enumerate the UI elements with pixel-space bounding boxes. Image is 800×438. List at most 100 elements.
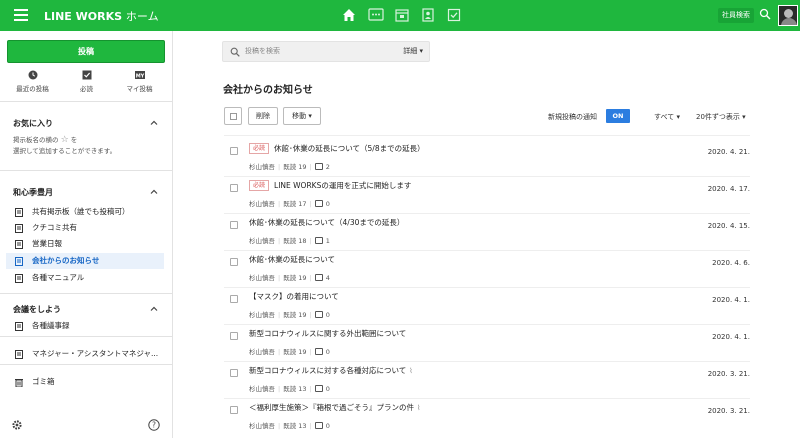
- post-row[interactable]: 休館･休業の延長について（4/30までの延長） 杉山慎吾 | 既読 18 | 1 2020.…: [224, 216, 750, 252]
- post-title[interactable]: 【マスク】の着用について: [249, 291, 339, 302]
- post-date: 2020. 4. 1.: [712, 296, 750, 304]
- quick-my-posts[interactable]: MY マイ投稿: [112, 70, 167, 93]
- post-row[interactable]: 新型コロナウィルスに関する外出範囲について 杉山慎吾 | 既読 19 | 0 2020. 4…: [224, 327, 750, 363]
- post-author: 杉山慎吾: [249, 422, 275, 430]
- board-reviews[interactable]: クチコミ共有: [6, 220, 164, 236]
- post-checkbox[interactable]: [230, 147, 238, 155]
- post-title[interactable]: 休館･休業の延長について: [249, 254, 335, 265]
- board-daily-report[interactable]: 営業日報: [6, 236, 164, 252]
- post-title[interactable]: 必読 休館･休業の延長について（5/8までの延長）: [249, 143, 425, 154]
- comment-icon: [314, 163, 323, 170]
- post-checkbox[interactable]: [230, 406, 238, 414]
- post-title[interactable]: 新型コロナウィルスに関する外出範囲について: [249, 328, 406, 339]
- post-meta: 杉山慎吾 | 既読 17 | 0: [249, 200, 330, 208]
- task-icon[interactable]: [446, 7, 462, 23]
- post-views: 既読 13: [283, 422, 307, 430]
- post-row[interactable]: 【マスク】の着用について 杉山慎吾 | 既読 19 | 0 2020. 4. 1.: [224, 290, 750, 326]
- group-title: 和心季豊月: [13, 188, 53, 197]
- divider: [224, 176, 750, 177]
- post-row[interactable]: 新型コロナウィルスに対する各種対応について ⌇ 杉山慎吾 | 既読 13 | 0 2020. …: [224, 364, 750, 400]
- clock-icon: [28, 70, 37, 80]
- post-checkbox[interactable]: [230, 184, 238, 192]
- post-comments: 0: [325, 385, 330, 393]
- gear-icon[interactable]: [11, 419, 23, 431]
- board-company-news[interactable]: 会社からのお知らせ: [6, 253, 164, 269]
- quick-label: 最近の投稿: [16, 85, 49, 93]
- board-manuals[interactable]: 各種マニュアル: [6, 270, 164, 286]
- board-label: 会社からのお知らせ: [32, 256, 100, 265]
- attachment-icon: ⌇: [417, 404, 421, 412]
- post-checkbox[interactable]: [230, 258, 238, 266]
- post-row[interactable]: 休館･休業の延長について 杉山慎吾 | 既読 19 | 4 2020. 4. 6.: [224, 253, 750, 289]
- post-checkbox[interactable]: [230, 295, 238, 303]
- home-icon[interactable]: [341, 7, 357, 23]
- talk-icon[interactable]: [368, 7, 384, 23]
- board-minutes[interactable]: 各種議事録: [6, 318, 164, 334]
- per-page-dropdown[interactable]: 20件ずつ表示 ▾: [696, 112, 746, 122]
- search-icon[interactable]: [759, 8, 771, 20]
- post-title-text: LINE WORKSの運用を正式に開始します: [274, 181, 412, 190]
- board-label: 各種マニュアル: [32, 273, 85, 282]
- chevron-up-icon[interactable]: [150, 188, 158, 196]
- contacts-icon[interactable]: [420, 7, 436, 23]
- chevron-up-icon[interactable]: [150, 305, 158, 313]
- search-icon: [230, 47, 240, 57]
- comment-icon: [314, 385, 323, 392]
- divider: [224, 361, 750, 362]
- divider: [0, 364, 172, 365]
- my-icon: MY: [134, 71, 145, 79]
- help-icon[interactable]: ?: [148, 419, 160, 431]
- board-icon: [15, 350, 23, 359]
- post-row[interactable]: 必読 休館･休業の延長について（5/8までの延長） 杉山慎吾 | 既読 19 | 2 2020…: [224, 142, 750, 178]
- post-checkbox[interactable]: [230, 332, 238, 340]
- menu-icon[interactable]: [14, 9, 28, 21]
- calendar-icon[interactable]: [394, 7, 410, 23]
- post-title[interactable]: 必読 LINE WORKSの運用を正式に開始します: [249, 180, 411, 191]
- post-title[interactable]: 新型コロナウィルスに対する各種対応について ⌇: [249, 365, 413, 376]
- post-views: 既読 19: [283, 348, 307, 356]
- comment-icon: [314, 311, 323, 318]
- divider: [224, 287, 750, 288]
- post-search[interactable]: 投稿を検索 詳細 ▾: [222, 41, 430, 62]
- post-date: 2020. 3. 21.: [707, 370, 750, 378]
- post-checkbox[interactable]: [230, 369, 238, 377]
- quick-must-read[interactable]: 必読: [59, 70, 114, 93]
- post-author: 杉山慎吾: [249, 348, 275, 356]
- post-title-text: ＜福利厚生施策＞『箱根で過ごそう』プランの件: [249, 403, 414, 412]
- advanced-search-button[interactable]: 詳細 ▾: [403, 42, 423, 61]
- post-meta: 杉山慎吾 | 既読 13 | 0: [249, 422, 330, 430]
- notify-toggle[interactable]: ON: [606, 109, 630, 123]
- employee-search-button[interactable]: 社員検索: [718, 8, 754, 23]
- main-content: 投稿を検索 詳細 ▾ 会社からのお知らせ 削除 移動 ▾ 新規投稿の通知 ON …: [174, 31, 800, 438]
- divider: [224, 250, 750, 251]
- caret-down-icon: ▾: [742, 113, 746, 121]
- quick-recent-posts[interactable]: 最近の投稿: [5, 70, 60, 93]
- page-title: 会社からのお知らせ: [223, 85, 313, 96]
- post-row[interactable]: ＜福利厚生施策＞『箱根で過ごそう』プランの件 ⌇ 杉山慎吾 | 既読 13 | 0 2020.…: [224, 401, 750, 437]
- post-title[interactable]: ＜福利厚生施策＞『箱根で過ごそう』プランの件 ⌇: [249, 402, 420, 413]
- comment-icon: [314, 422, 323, 429]
- post-row[interactable]: 必読 LINE WORKSの運用を正式に開始します 杉山慎吾 | 既読 17 | 0 2020…: [224, 179, 750, 215]
- select-all-checkbox[interactable]: [224, 107, 242, 125]
- hint-text: を: [70, 136, 78, 144]
- avatar[interactable]: [778, 5, 798, 26]
- filter-dropdown[interactable]: すべて ▾: [654, 112, 680, 122]
- attachment-icon: ⌇: [409, 367, 413, 375]
- post-checkbox[interactable]: [230, 221, 238, 229]
- trash-item[interactable]: ゴミ箱: [6, 374, 164, 390]
- divider: [0, 293, 172, 294]
- post-views: 既読 18: [283, 237, 307, 245]
- move-label: 移動: [292, 112, 307, 120]
- post-comments: 0: [325, 311, 330, 319]
- sidebar: 投稿 最近の投稿 必読 MY マイ投稿 お気に入り 掲示板名の横の ☆ を 選択…: [0, 31, 173, 438]
- post-title[interactable]: 休館･休業の延長について（4/30までの延長）: [249, 217, 404, 228]
- chevron-up-icon[interactable]: [150, 119, 158, 127]
- delete-button[interactable]: 削除: [248, 107, 278, 125]
- quick-label: 必読: [80, 85, 93, 93]
- board-shared[interactable]: 共有掲示板（誰でも投稿可）: [6, 204, 164, 220]
- move-button[interactable]: 移動 ▾: [283, 107, 321, 125]
- board-managers[interactable]: マネジャー・アシスタントマネジャ...: [6, 346, 164, 362]
- post-button[interactable]: 投稿: [7, 40, 165, 63]
- post-title-text: 新型コロナウィルスに対する各種対応について: [249, 366, 407, 375]
- caret-down-icon: ▾: [676, 113, 680, 121]
